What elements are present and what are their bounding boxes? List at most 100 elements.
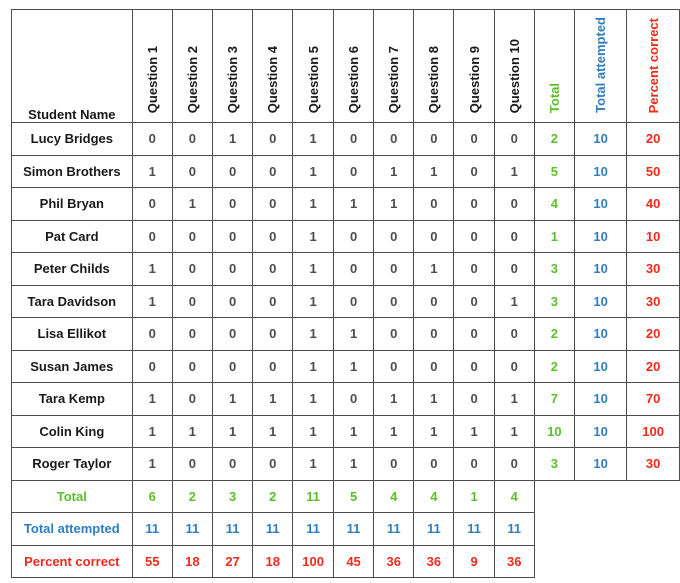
summary-value-cell-q4[interactable]: 11 [252,512,294,546]
table-row[interactable]: Tara Davidson 1 0 0 0 1 0 0 0 0 1 3 10 30 [11,284,680,318]
student-name-cell[interactable]: Roger Taylor [11,447,133,481]
answer-cell-q5[interactable]: 1 [292,154,334,188]
answer-cell-q5[interactable]: 1 [292,187,334,221]
column-header-question-3[interactable]: Question 3 [211,9,254,123]
student-name-cell[interactable]: Pat Card [11,219,133,253]
row-percent-cell[interactable]: 30 [626,252,680,286]
row-percent-cell[interactable]: 30 [626,447,680,481]
answer-cell-q4[interactable]: 0 [252,219,294,253]
table-row[interactable]: Simon Brothers 1 0 0 0 1 0 1 1 0 1 5 10 50 [11,154,680,188]
answer-cell-q1[interactable]: 1 [131,447,173,481]
student-name-cell[interactable]: Susan James [11,349,133,383]
answer-cell-q9[interactable]: 0 [453,219,495,253]
row-total-cell[interactable]: 7 [533,382,576,416]
answer-cell-q1[interactable]: 0 [131,219,173,253]
answer-cell-q7[interactable]: 0 [373,219,415,253]
table-row[interactable]: Peter Childs 1 0 0 0 1 0 0 1 0 0 3 10 30 [11,252,680,286]
row-percent-cell[interactable]: 20 [626,349,680,383]
answer-cell-q9[interactable]: 0 [453,382,495,416]
row-total-cell[interactable]: 3 [533,447,576,481]
row-attempted-cell[interactable]: 10 [573,382,628,416]
summary-value-cell-q7[interactable]: 11 [373,512,415,546]
summary-value-cell-q2[interactable]: 18 [171,544,213,578]
student-name-cell[interactable]: Colin King [11,414,133,448]
table-row[interactable]: Roger Taylor 1 0 0 0 1 1 0 0 0 0 3 10 30 [11,447,680,481]
answer-cell-q6[interactable]: 1 [332,187,375,221]
answer-cell-q7[interactable]: 1 [373,154,415,188]
summary-value-cell-q7[interactable]: 36 [373,544,415,578]
answer-cell-q9[interactable]: 0 [453,252,495,286]
column-header-question-8[interactable]: Question 8 [413,9,455,123]
answer-cell-q5[interactable]: 1 [292,317,334,351]
answer-cell-q2[interactable]: 0 [171,252,213,286]
answer-cell-q7[interactable]: 1 [373,382,415,416]
answer-cell-q4[interactable]: 1 [252,414,294,448]
answer-cell-q3[interactable]: 0 [211,187,254,221]
answer-cell-q4[interactable]: 0 [252,154,294,188]
row-percent-cell[interactable]: 100 [626,414,680,448]
answer-cell-q3[interactable]: 0 [211,447,254,481]
answer-cell-q1[interactable]: 0 [131,187,173,221]
answer-cell-q2[interactable]: 0 [171,317,213,351]
row-percent-cell[interactable]: 10 [626,219,680,253]
answer-cell-q1[interactable]: 1 [131,284,173,318]
answer-cell-q7[interactable]: 1 [373,187,415,221]
answer-cell-q5[interactable]: 1 [292,122,334,156]
answer-cell-q3[interactable]: 0 [211,154,254,188]
answer-cell-q8[interactable]: 0 [413,122,455,156]
summary-label-cell[interactable]: Total attempted [11,512,133,546]
summary-value-cell-q6[interactable]: 11 [332,512,375,546]
summary-value-cell-q10[interactable]: 11 [493,512,535,546]
answer-cell-q9[interactable]: 1 [453,414,495,448]
row-attempted-cell[interactable]: 10 [573,154,628,188]
answer-cell-q2[interactable]: 0 [171,349,213,383]
student-name-cell[interactable]: Tara Kemp [11,382,133,416]
answer-cell-q10[interactable]: 0 [493,447,535,481]
row-total-cell[interactable]: 1 [533,219,576,253]
column-header-total-attempted[interactable]: Total attempted [573,9,628,123]
row-attempted-cell[interactable]: 10 [573,317,628,351]
answer-cell-q8[interactable]: 1 [413,382,455,416]
row-percent-cell[interactable]: 50 [626,154,680,188]
answer-cell-q6[interactable]: 0 [332,122,375,156]
summary-value-cell-q10[interactable]: 4 [493,479,535,513]
row-attempted-cell[interactable]: 10 [573,414,628,448]
answer-cell-q2[interactable]: 1 [171,414,213,448]
row-total-cell[interactable]: 3 [533,284,576,318]
summary-value-cell-q3[interactable]: 11 [211,512,254,546]
row-attempted-cell[interactable]: 10 [573,122,628,156]
answer-cell-q1[interactable]: 1 [131,154,173,188]
answer-cell-q4[interactable]: 0 [252,252,294,286]
answer-cell-q2[interactable]: 0 [171,154,213,188]
answer-cell-q10[interactable]: 0 [493,122,535,156]
summary-value-cell-q3[interactable]: 3 [211,479,254,513]
student-name-cell[interactable]: Phil Bryan [11,187,133,221]
row-attempted-cell[interactable]: 10 [573,349,628,383]
summary-value-cell-q7[interactable]: 4 [373,479,415,513]
answer-cell-q2[interactable]: 0 [171,447,213,481]
summary-row[interactable]: Total attempted 11 11 11 11 11 11 11 11 11 11 [11,512,680,546]
answer-cell-q4[interactable]: 1 [252,382,294,416]
answer-cell-q7[interactable]: 0 [373,447,415,481]
answer-cell-q6[interactable]: 1 [332,317,375,351]
summary-label-cell[interactable]: Total [11,479,133,513]
answer-cell-q3[interactable]: 0 [211,349,254,383]
answer-cell-q4[interactable]: 0 [252,284,294,318]
row-attempted-cell[interactable]: 10 [573,187,628,221]
summary-value-cell-q1[interactable]: 6 [131,479,173,513]
answer-cell-q5[interactable]: 1 [292,447,334,481]
answer-cell-q7[interactable]: 0 [373,122,415,156]
row-total-cell[interactable]: 2 [533,317,576,351]
summary-row[interactable]: Percent correct 55 18 27 18 100 45 36 36 9 36 [11,544,680,578]
answer-cell-q3[interactable]: 0 [211,252,254,286]
row-percent-cell[interactable]: 40 [626,187,680,221]
table-row[interactable]: Lisa Ellikot 0 0 0 0 1 1 0 0 0 0 2 10 20 [11,317,680,351]
answer-cell-q2[interactable]: 0 [171,219,213,253]
answer-cell-q6[interactable]: 1 [332,349,375,383]
summary-value-cell-q1[interactable]: 11 [131,512,173,546]
row-percent-cell[interactable]: 70 [626,382,680,416]
table-row[interactable]: Tara Kemp 1 0 1 1 1 0 1 1 0 1 7 10 70 [11,382,680,416]
answer-cell-q4[interactable]: 0 [252,187,294,221]
answer-cell-q1[interactable]: 0 [131,317,173,351]
row-total-cell[interactable]: 2 [533,122,576,156]
